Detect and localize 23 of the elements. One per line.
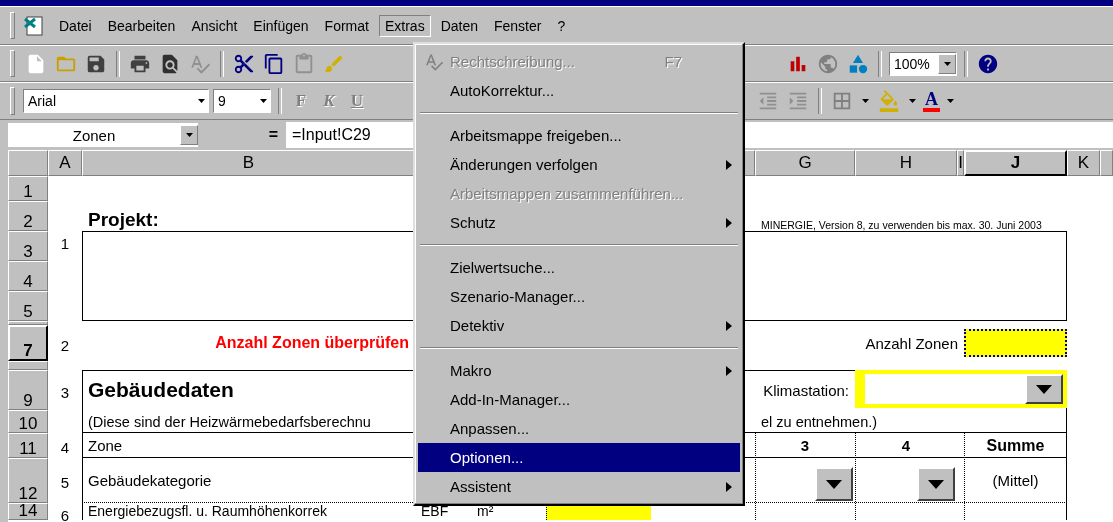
- row-label: Gebäudekategorie: [87, 471, 213, 491]
- row-number: 2: [59, 335, 71, 356]
- row-number: 4: [59, 438, 71, 458]
- column-label: 3: [799, 436, 811, 456]
- row-number: 6: [59, 506, 71, 520]
- column-label: Summe: [985, 435, 1046, 456]
- row-number: 3: [59, 382, 71, 403]
- table-cell-text: (Mittel): [991, 471, 1040, 491]
- version-note: MINERGIE, Version 8, zu verwenden bis max. 30. Juni 2003: [760, 218, 1043, 231]
- zone-count-label: Anzahl Zonen: [864, 333, 959, 354]
- row-label: Energiebezugsfl. u. Raumhöhenkorrek: [87, 503, 328, 520]
- unit-cell-text: m²: [476, 503, 495, 520]
- row-label: Zone: [87, 436, 124, 456]
- section-title: Gebäudedaten: [87, 377, 235, 403]
- row-number: 5: [59, 473, 71, 493]
- table-cell-text: EBF: [420, 503, 450, 520]
- project-label: Projekt:: [87, 208, 160, 231]
- warning-text: Anzahl Zonen überprüfen: [214, 333, 410, 353]
- note-text: el zu entnehmen.): [760, 412, 879, 432]
- column-label: 4: [900, 436, 912, 456]
- climate-label: Klimastation:: [762, 380, 850, 401]
- note-text: (Diese sind der Heizwärmebedarfsberechnu: [87, 412, 372, 432]
- row-number: 1: [59, 234, 71, 254]
